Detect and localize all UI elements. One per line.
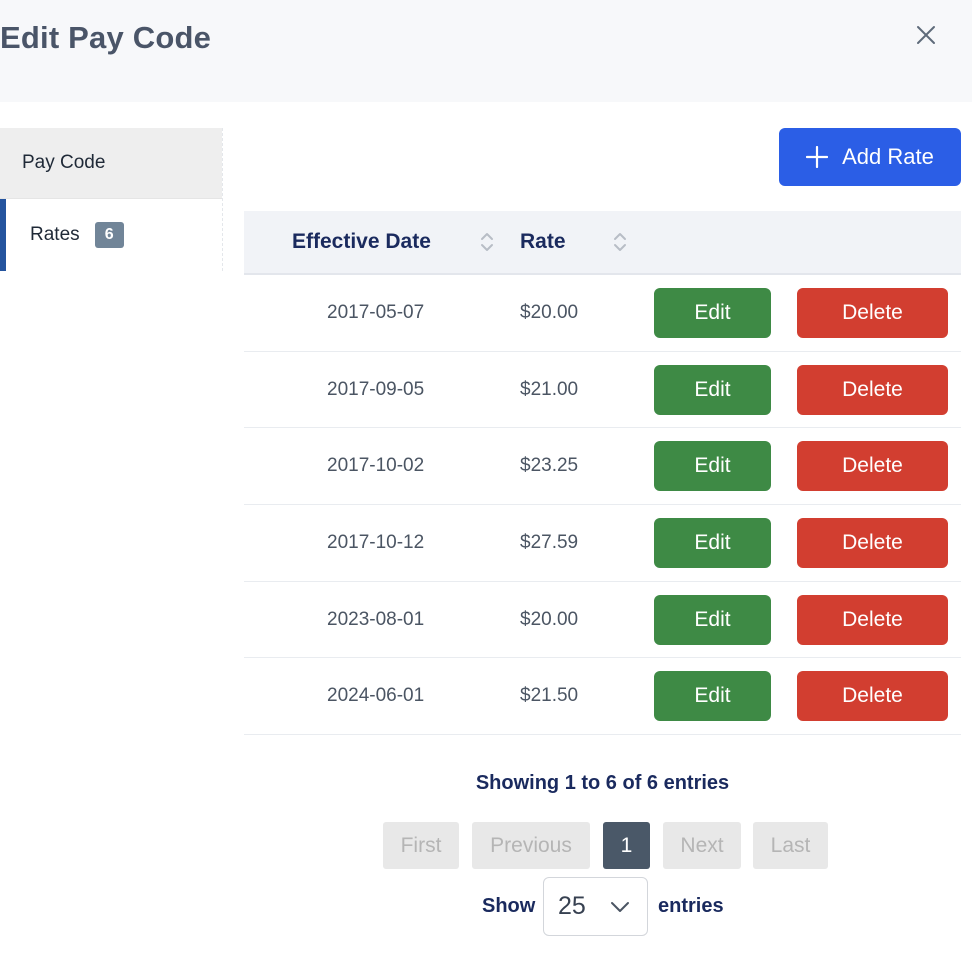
count-badge: 6 [94, 222, 124, 248]
rate-cell: $20.00 [520, 608, 579, 630]
edit-button[interactable]: Edit [654, 594, 771, 645]
rate-cell: $21.00 [520, 378, 579, 400]
rate-cell: $21.50 [520, 685, 579, 707]
show-label: Show [482, 895, 536, 917]
close-button[interactable] [908, 17, 944, 53]
add-rate-button[interactable]: Add Rate [779, 128, 961, 186]
edit-button[interactable]: Edit [654, 288, 771, 338]
chevron-down-icon [611, 902, 629, 912]
table-row: 2023-08-01 $20.00 Edit Delete [244, 582, 961, 659]
plus-icon [806, 146, 829, 168]
effective-date-cell: 2023-08-01 [327, 608, 425, 630]
effective-date-cell: 2017-09-05 [327, 378, 425, 400]
sort-icon[interactable] [480, 231, 494, 253]
entries-label: entries [658, 895, 724, 917]
edit-button[interactable]: Edit [654, 441, 771, 492]
sort-icon[interactable] [613, 231, 627, 253]
sidebar-item-label: Pay Code [22, 152, 106, 173]
rates-table: Effective Date Rate 2017-05-07 $20.00 Ed… [244, 211, 961, 736]
table-row: 2017-09-05 $21.00 Edit Delete [244, 352, 961, 429]
delete-button[interactable]: Delete [797, 594, 948, 645]
sidebar: Pay Code Rates 6 [0, 128, 223, 271]
effective-date-cell: 2017-10-02 [327, 455, 425, 477]
edit-button[interactable]: Edit [654, 671, 771, 722]
effective-date-cell: 2017-10-12 [327, 532, 425, 554]
modal-title: Edit Pay Code [0, 20, 212, 55]
sidebar-item-label: Rates [30, 224, 80, 245]
pagination-first-button[interactable]: First [383, 822, 459, 869]
delete-button[interactable]: Delete [797, 671, 948, 722]
delete-button[interactable]: Delete [797, 441, 948, 492]
table-row: 2017-10-02 $23.25 Edit Delete [244, 428, 961, 506]
edit-button[interactable]: Edit [654, 364, 771, 415]
effective-date-cell: 2017-05-07 [327, 302, 425, 323]
column-header-effective-date[interactable]: Effective Date [292, 211, 431, 273]
column-header-rate[interactable]: Rate [520, 211, 566, 273]
sidebar-item-rates[interactable]: Rates 6 [0, 199, 222, 271]
pagination-next-button[interactable]: Next [663, 822, 741, 869]
delete-button[interactable]: Delete [797, 518, 948, 569]
effective-date-cell: 2024-06-01 [327, 685, 425, 707]
rate-cell: $20.00 [520, 302, 579, 323]
sidebar-item-pay-code[interactable]: Pay Code [0, 128, 222, 199]
pagination-previous-button[interactable]: Previous [472, 822, 590, 869]
table-info: Showing 1 to 6 of 6 entries [475, 772, 730, 794]
page-size-select[interactable]: 25 [543, 877, 648, 936]
delete-button[interactable]: Delete [797, 288, 948, 338]
rate-cell: $23.25 [520, 455, 579, 477]
rate-cell: $27.59 [520, 532, 579, 554]
table-row: 2017-05-07 $20.00 Edit Delete [244, 275, 961, 352]
edit-button[interactable]: Edit [654, 518, 771, 569]
close-icon [917, 26, 935, 44]
table-header: Effective Date Rate [244, 211, 961, 275]
table-row: 2024-06-01 $21.50 Edit Delete [244, 658, 961, 736]
table-row: 2017-10-12 $27.59 Edit Delete [244, 505, 961, 582]
add-rate-label: Add Rate [842, 144, 934, 169]
pagination-last-button[interactable]: Last [753, 822, 828, 869]
pagination-page-1[interactable]: 1 [603, 822, 650, 869]
page-size-value: 25 [558, 892, 586, 920]
delete-button[interactable]: Delete [797, 364, 948, 415]
modal-header: Edit Pay Code [0, 0, 972, 102]
